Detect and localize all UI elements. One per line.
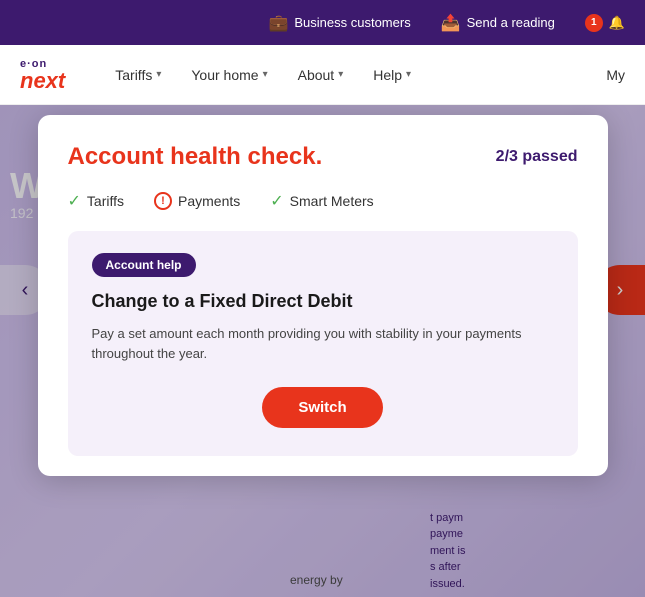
send-reading-link[interactable]: 📤 Send a reading	[441, 13, 555, 33]
health-check-card: Account health check. 2/3 passed ✓ Tarif…	[38, 115, 608, 476]
check-smart-meters: ✓ Smart Meters	[270, 191, 373, 211]
health-check-header: Account health check. 2/3 passed	[68, 143, 578, 171]
warning-icon: !	[154, 192, 172, 210]
health-passed-count: 2/3 passed	[496, 148, 578, 166]
about-label: About	[298, 67, 335, 83]
inner-card-description: Pay a set amount each month providing yo…	[92, 324, 554, 363]
chevron-down-icon: ▾	[263, 69, 268, 80]
main-background: We 192 G... ‹ › energy by t paym payme m…	[0, 105, 645, 597]
notification-badge: 1	[585, 14, 603, 32]
chevron-down-icon: ▾	[156, 69, 161, 80]
nav-your-home[interactable]: Your home ▾	[191, 67, 267, 83]
health-checks-row: ✓ Tariffs ! Payments ✓ Smart Meters	[68, 191, 578, 211]
nav-about[interactable]: About ▾	[298, 67, 344, 83]
modal-overlay: Account health check. 2/3 passed ✓ Tarif…	[0, 105, 645, 597]
briefcase-icon: 💼	[268, 13, 288, 33]
checkmark-icon: ✓	[270, 191, 283, 211]
business-customers-label: Business customers	[294, 15, 410, 30]
account-help-card: Account help Change to a Fixed Direct De…	[68, 231, 578, 456]
nav-bar: e·on next Tariffs ▾ Your home ▾ About ▾ …	[0, 45, 645, 105]
nav-help[interactable]: Help ▾	[373, 67, 411, 83]
logo-next-text: next	[20, 70, 65, 92]
help-label: Help	[373, 67, 402, 83]
check-tariffs: ✓ Tariffs	[68, 191, 125, 211]
nav-tariffs[interactable]: Tariffs ▾	[115, 67, 161, 83]
logo[interactable]: e·on next	[20, 58, 65, 92]
chevron-down-icon: ▾	[406, 69, 411, 80]
nav-my[interactable]: My	[606, 67, 625, 83]
meter-icon: 📤	[441, 13, 461, 33]
your-home-label: Your home	[191, 67, 258, 83]
account-help-badge: Account help	[92, 253, 196, 277]
tariffs-label: Tariffs	[115, 67, 152, 83]
check-payments: ! Payments	[154, 192, 240, 210]
check-smart-meters-label: Smart Meters	[290, 193, 374, 209]
health-check-title: Account health check.	[68, 143, 323, 171]
inner-card-title: Change to a Fixed Direct Debit	[92, 291, 554, 312]
send-reading-label: Send a reading	[467, 15, 555, 30]
check-tariffs-label: Tariffs	[87, 193, 124, 209]
switch-button[interactable]: Switch	[262, 387, 382, 428]
my-label: My	[606, 67, 625, 83]
chevron-down-icon: ▾	[338, 69, 343, 80]
notifications-button[interactable]: 1 🔔	[585, 14, 625, 32]
bell-icon: 🔔	[609, 15, 625, 31]
top-bar: 💼 Business customers 📤 Send a reading 1 …	[0, 0, 645, 45]
business-customers-link[interactable]: 💼 Business customers	[268, 13, 410, 33]
check-payments-label: Payments	[178, 193, 240, 209]
checkmark-icon: ✓	[68, 191, 81, 211]
